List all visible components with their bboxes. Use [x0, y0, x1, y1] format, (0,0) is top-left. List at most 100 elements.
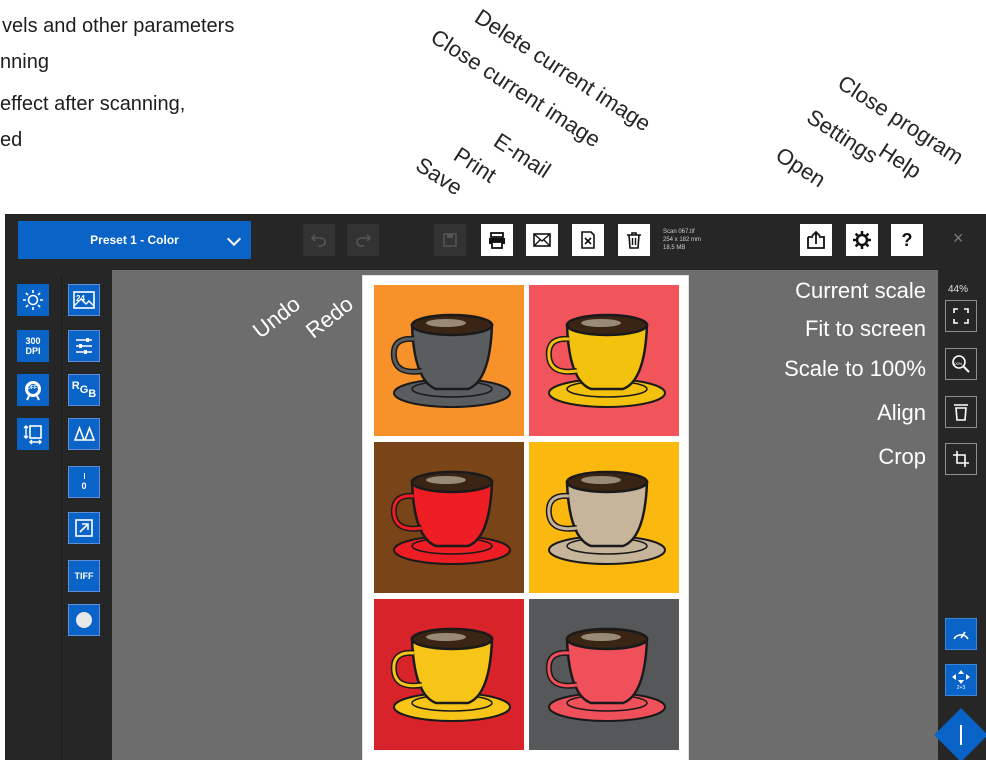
- image-tile: [529, 285, 679, 436]
- scanner-app-window: Preset 1 - Color Scan 067.tif 254 x 182 …: [5, 214, 986, 760]
- coffee-cup-icon: [390, 313, 511, 408]
- off-badge: OFF: [27, 385, 37, 391]
- quality-button[interactable]: [68, 604, 100, 636]
- label-current-scale: Current scale: [795, 278, 926, 303]
- annotation-note-3: effect after scanning,: [0, 93, 186, 115]
- envelope-icon: [533, 233, 551, 247]
- undo-icon: [310, 234, 326, 247]
- align-icon: [954, 404, 968, 421]
- levels-button[interactable]: [68, 330, 100, 362]
- panel-divider: [61, 276, 62, 760]
- resize-icon: [75, 519, 93, 537]
- annotation-note-2: nning: [0, 51, 49, 73]
- preset-dropdown[interactable]: Preset 1 - Color: [18, 221, 251, 259]
- scanned-page: [362, 275, 689, 760]
- label-email: E-mail: [489, 128, 556, 183]
- format-button[interactable]: TIFF: [68, 560, 100, 592]
- delete-image-button[interactable]: [618, 224, 650, 256]
- image-tile: [374, 442, 524, 593]
- dpi-button[interactable]: 300 DPI: [17, 330, 49, 362]
- print-button[interactable]: [481, 224, 513, 256]
- coffee-cup-icon: [390, 470, 511, 565]
- open-folder-icon: [807, 230, 825, 249]
- gauge-icon: [953, 631, 969, 640]
- close-image-button[interactable]: [572, 224, 604, 256]
- fit-to-screen-button[interactable]: [945, 300, 977, 332]
- close-file-icon: [581, 231, 595, 249]
- help-icon: ?: [901, 229, 913, 250]
- scale-100-button[interactable]: 100%: [945, 348, 977, 380]
- page-size-button[interactable]: [17, 418, 49, 450]
- tutorial-screenshot: vels and other parameters nning effect a…: [0, 0, 986, 760]
- redo-icon: [356, 234, 372, 247]
- sharpness-button[interactable]: [68, 418, 100, 450]
- rotate-icon: [83, 473, 85, 479]
- open-button[interactable]: [800, 224, 832, 256]
- file-name: Scan 067.tif: [663, 229, 695, 235]
- circle-icon: [76, 612, 92, 628]
- duplex-button[interactable]: 2+3: [945, 664, 977, 696]
- label-redo: Redo: [300, 291, 358, 344]
- gear-icon: [853, 231, 871, 249]
- label-scale-to-100: Scale to 100%: [784, 356, 926, 381]
- file-dimensions: 254 x 182 mm: [663, 237, 702, 243]
- rotate-button[interactable]: 0: [68, 466, 100, 498]
- annotation-note-1: vels and other parameters: [2, 15, 235, 37]
- brightness-icon: [23, 290, 43, 310]
- auto-color-badge: 24: [76, 294, 85, 303]
- align-button[interactable]: [945, 396, 977, 428]
- help-button[interactable]: ?: [891, 224, 923, 256]
- crop-icon: [953, 451, 969, 467]
- label-crop: Crop: [878, 444, 926, 469]
- scan-icon: [960, 725, 962, 745]
- close-program-button[interactable]: ×: [953, 228, 964, 249]
- image-tile: [374, 285, 524, 436]
- coffee-cup-icon: [390, 627, 511, 722]
- speed-button[interactable]: [945, 618, 977, 650]
- rgb-g: G: [79, 384, 89, 396]
- brightness-button[interactable]: [17, 284, 49, 316]
- image-tile: [374, 599, 524, 750]
- rgb-button[interactable]: R G B: [68, 374, 100, 406]
- duplex-badge: 2+3: [956, 685, 966, 691]
- redo-button[interactable]: [347, 224, 379, 256]
- left-tool-panel: 300 DPI OFF 24 R G B 0 TIFF: [5, 270, 112, 760]
- page-size-icon: [23, 425, 42, 445]
- coffee-cup-icon: [545, 627, 666, 722]
- dpi-unit: DPI: [25, 346, 41, 356]
- top-toolbar: Preset 1 - Color Scan 067.tif 254 x 182 …: [5, 214, 986, 270]
- crop-button[interactable]: [945, 443, 977, 475]
- label-align: Align: [877, 400, 926, 425]
- levels-icon: [76, 338, 92, 354]
- chevron-down-icon: [226, 231, 242, 247]
- resize-button[interactable]: [68, 512, 100, 544]
- coffee-cup-icon: [545, 313, 666, 408]
- image-tile: [529, 442, 679, 593]
- annotation-note-4: ed: [0, 129, 23, 151]
- rgb-r: R: [71, 380, 80, 392]
- current-scale-value: 44%: [948, 284, 969, 295]
- contrast-icon: [73, 425, 95, 441]
- print-icon: [489, 232, 505, 249]
- settings-button[interactable]: [846, 224, 878, 256]
- image-tile: [529, 599, 679, 750]
- label-open: Open: [771, 142, 831, 193]
- rgb-b: B: [88, 388, 97, 400]
- format-label: TIFF: [74, 571, 94, 581]
- fit-screen-icon: [953, 308, 969, 324]
- file-size: 18,5 MB: [663, 245, 686, 251]
- trash-icon: [627, 232, 641, 249]
- right-tool-panel: 44% 100% 2+3: [934, 270, 986, 760]
- coffee-cup-icon: [545, 470, 666, 565]
- label-fit-to-screen: Fit to screen: [804, 316, 926, 341]
- preset-label: Preset 1 - Color: [90, 233, 179, 247]
- auto-color-button[interactable]: 24: [68, 284, 100, 316]
- undo-button[interactable]: [303, 224, 335, 256]
- rotate-value: 0: [81, 481, 87, 491]
- save-button[interactable]: [434, 224, 466, 256]
- move-icon: [952, 670, 970, 684]
- auto-correct-off-button[interactable]: OFF: [17, 374, 49, 406]
- scan-button[interactable]: [934, 708, 986, 760]
- email-button[interactable]: [526, 224, 558, 256]
- dpi-value: 300: [25, 336, 41, 346]
